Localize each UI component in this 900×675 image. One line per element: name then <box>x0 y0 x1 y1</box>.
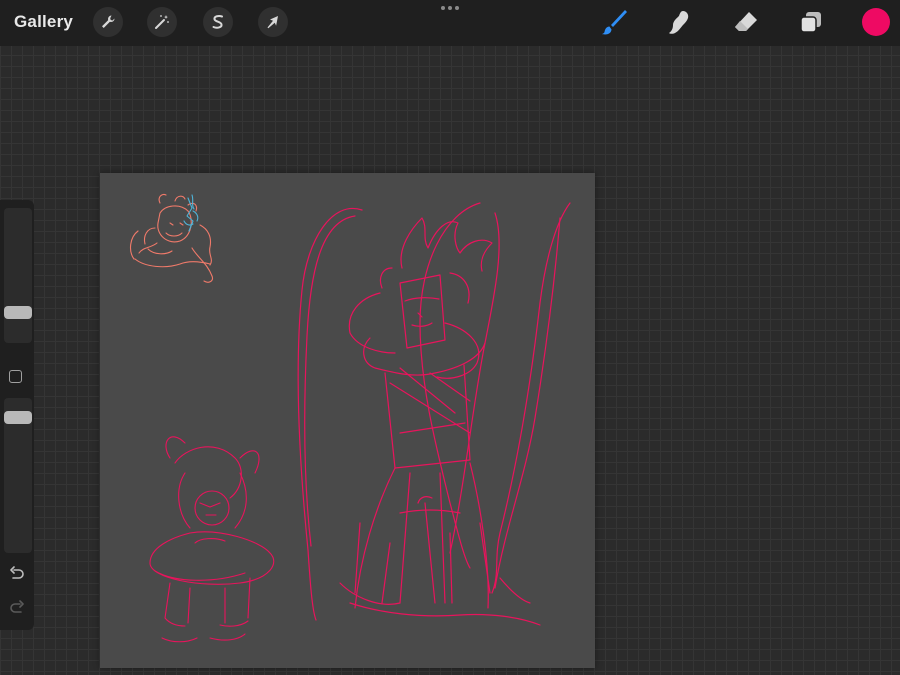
drawing-canvas[interactable] <box>100 173 595 668</box>
left-sidebar <box>0 200 34 630</box>
redo-icon <box>10 600 24 613</box>
brush-size-slider[interactable] <box>4 208 32 343</box>
brush-icon <box>602 10 627 35</box>
selection-s-icon <box>212 15 223 29</box>
dot <box>455 6 459 10</box>
small-figure-sketch <box>149 436 275 643</box>
opacity-slider-thumb[interactable] <box>4 411 32 424</box>
smudge-tool-button[interactable] <box>664 6 696 38</box>
magic-wand-icon <box>155 15 169 29</box>
winged-figure-sketch <box>297 202 571 626</box>
redo-button[interactable] <box>8 600 26 616</box>
small-head-blue-accent <box>183 194 199 232</box>
undo-button[interactable] <box>8 566 26 582</box>
gallery-button[interactable]: Gallery <box>14 10 73 34</box>
more-options-dots[interactable] <box>441 6 459 12</box>
dot <box>448 6 452 10</box>
sketch-artwork <box>129 193 571 643</box>
dot <box>441 6 445 10</box>
brush-size-slider-thumb[interactable] <box>4 306 32 319</box>
opacity-slider[interactable] <box>4 398 32 553</box>
smudge-icon <box>669 11 689 34</box>
brush-tool-button[interactable] <box>598 6 630 38</box>
eraser-tool-button[interactable] <box>730 6 762 38</box>
eraser-icon <box>735 12 757 31</box>
undo-icon <box>10 566 24 579</box>
layers-icon <box>800 12 821 33</box>
top-toolbar: Gallery <box>0 0 900 46</box>
actions-wrench-button[interactable] <box>93 7 123 37</box>
modify-button[interactable] <box>9 370 22 383</box>
wrench-icon <box>102 15 115 28</box>
transform-arrow-icon <box>267 16 278 29</box>
layers-button[interactable] <box>795 6 827 38</box>
color-picker-button[interactable] <box>862 8 890 36</box>
small-head-sketch <box>129 193 213 283</box>
transform-button[interactable] <box>258 7 288 37</box>
selection-button[interactable] <box>203 7 233 37</box>
adjustments-button[interactable] <box>147 7 177 37</box>
